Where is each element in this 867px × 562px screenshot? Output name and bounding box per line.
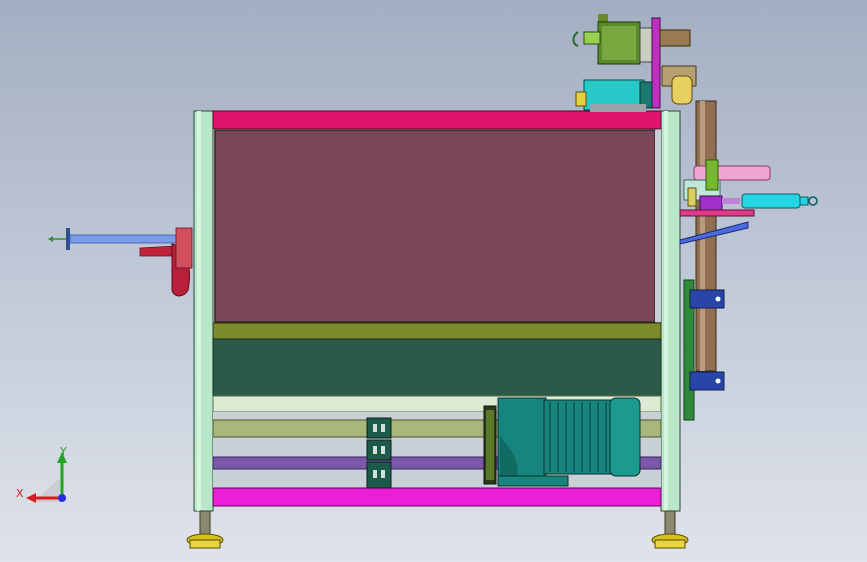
gear-motor: [483, 397, 641, 487]
x-axis-label: X: [16, 487, 24, 500]
left-frame-post: [193, 110, 214, 512]
top-drive-assembly: [572, 14, 697, 112]
dark-panel: [212, 338, 662, 397]
axis-triad: Y X: [16, 445, 67, 503]
x-axis-arrow: [26, 493, 36, 503]
machine-model[interactable]: Y X: [0, 0, 867, 562]
vertical-post: [683, 100, 725, 421]
bearing-block-stack: [366, 417, 392, 489]
z-axis-dot: [58, 494, 66, 502]
cad-viewport[interactable]: Y X: [0, 0, 867, 562]
right-frame-post: [660, 110, 681, 512]
housing-panel: [213, 129, 661, 325]
left-foot: [186, 510, 224, 549]
top-rail: [212, 110, 662, 130]
olive-beam: [212, 322, 662, 340]
right-foot: [651, 510, 689, 549]
y-axis-label: Y: [59, 445, 67, 458]
left-shaft-assembly: [48, 227, 193, 297]
bottom-rail: [212, 487, 662, 507]
